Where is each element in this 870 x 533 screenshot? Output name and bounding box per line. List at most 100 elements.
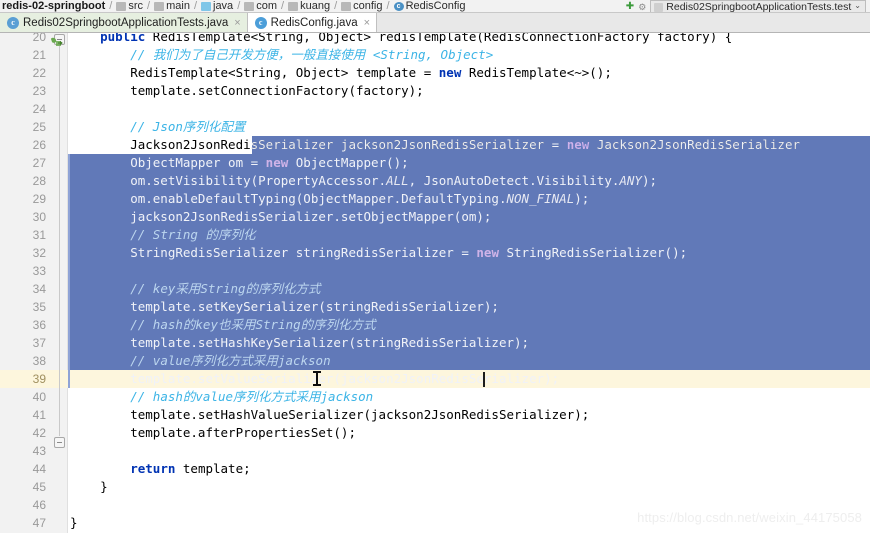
- line-number: 20: [32, 33, 46, 44]
- code-token: template.setConnectionFactory(factory);: [70, 83, 424, 98]
- line-number: 40: [32, 390, 46, 404]
- settings-icon[interactable]: ⚙: [638, 1, 646, 12]
- code-line[interactable]: om.setVisibility(PropertyAccessor.ALL, J…: [68, 172, 870, 190]
- vertical-scrollbar[interactable]: [866, 66, 870, 533]
- code-line[interactable]: // hash的value序列化方式采用jackson: [68, 388, 870, 406]
- code-token: RedisTemplate<String, Object> redisTempl…: [152, 33, 733, 44]
- code-token: // value序列化方式采用jackson: [130, 353, 331, 368]
- code-line[interactable]: return template;: [68, 460, 870, 478]
- breadcrumb-item-redis-02-springboot[interactable]: redis-02-springboot: [2, 0, 105, 12]
- code-line[interactable]: // key采用String的序列化方式: [68, 280, 870, 298]
- breadcrumb-item-label: src: [128, 0, 144, 12]
- ide-window: redis-02-springboot / src / main / java / com / ku…: [0, 0, 870, 533]
- editor-tab-1[interactable]: c Redis02SpringbootApplicationTests.java ×: [0, 13, 248, 32]
- spring-bean-gutter-icon[interactable]: [50, 36, 63, 48]
- code-line-text: }: [68, 514, 78, 532]
- code-token: om.enableDefaultTyping(ObjectMapper.Defa…: [70, 191, 507, 206]
- close-icon[interactable]: ×: [234, 17, 240, 29]
- code-line[interactable]: // value序列化方式采用jackson: [68, 352, 870, 370]
- code-line-text: // String 的序列化: [68, 226, 255, 244]
- code-folding-strip[interactable]: [52, 33, 68, 533]
- folder-icon: [116, 2, 127, 11]
- code-line-text: jackson2JsonRedisSerializer.setObjectMap…: [68, 208, 491, 226]
- code-line[interactable]: om.enableDefaultTyping(ObjectMapper.Defa…: [68, 190, 870, 208]
- test-class-icon: c: [7, 16, 19, 29]
- class-icon: c: [393, 2, 404, 11]
- code-line[interactable]: ObjectMapper om = new ObjectMapper();: [68, 154, 870, 172]
- code-line[interactable]: template.setValueSerializer(jackson2Json…: [68, 370, 870, 388]
- mouse-cursor-ibeam: [313, 371, 321, 386]
- breadcrumb-separator: /: [147, 0, 151, 12]
- code-line[interactable]: [68, 442, 870, 460]
- line-number: 25: [32, 120, 46, 134]
- code-line[interactable]: template.setConnectionFactory(factory);: [68, 82, 870, 100]
- code-line[interactable]: }: [68, 478, 870, 496]
- line-number: 38: [32, 354, 46, 368]
- code-line[interactable]: // String 的序列化: [68, 226, 870, 244]
- code-line[interactable]: template.setHashValueSerializer(jackson2…: [68, 406, 870, 424]
- folder-icon: [244, 2, 255, 11]
- breadcrumb-item-config[interactable]: config: [341, 0, 383, 12]
- code-line[interactable]: template.setKeySerializer(stringRedisSer…: [68, 298, 870, 316]
- line-number: 34: [32, 282, 46, 296]
- java-class-icon: c: [254, 16, 267, 29]
- code-line[interactable]: template.setHashKeySerializer(stringRedi…: [68, 334, 870, 352]
- code-line[interactable]: Jackson2JsonRedisSerializer jackson2Json…: [68, 136, 870, 154]
- code-line[interactable]: [68, 100, 870, 118]
- code-line[interactable]: // 我们为了自己开发方便，一般直接使用 <String, Object>: [68, 46, 870, 64]
- code-line[interactable]: // Json序列化配置: [68, 118, 870, 136]
- code-token: );: [574, 191, 590, 206]
- code-token: RedisTemplate<String, Object> template =: [70, 65, 439, 80]
- add-configuration-icon[interactable]: ✚: [626, 1, 634, 12]
- code-token: return: [130, 461, 183, 476]
- breadcrumb-separator: /: [281, 0, 285, 12]
- breadcrumb-item-main[interactable]: main: [154, 0, 190, 12]
- chevron-down-icon[interactable]: ⌄: [854, 0, 861, 12]
- code-line-text: [68, 262, 70, 280]
- code-token: // Json序列化配置: [130, 119, 246, 134]
- folder-icon: [288, 2, 299, 11]
- code-editor[interactable]: 20 21 22 23 24 25 26 27 28 29 30 31 32 33 34 35 36 37 38 39…: [0, 33, 870, 533]
- fold-marker-method-end[interactable]: [54, 437, 65, 448]
- close-icon[interactable]: ×: [364, 17, 370, 29]
- code-token: // 我们为了自己开发方便，一般直接使用 <String, Object>: [130, 47, 494, 62]
- breadcrumb-item-com[interactable]: com: [244, 0, 277, 12]
- breadcrumb-item-label: java: [213, 0, 234, 12]
- code-token: template.setHashValueSerializer(jackson2…: [70, 407, 590, 422]
- run-configuration-selector[interactable]: Redis02SpringbootApplicationTests.test ⌄: [650, 0, 866, 12]
- breadcrumb-item-redisconfig[interactable]: c RedisConfig: [393, 0, 465, 12]
- code-token: StringRedisSerializer();: [506, 245, 688, 260]
- breadcrumb-item-java[interactable]: java: [201, 0, 233, 12]
- code-line[interactable]: // hash的key也采用String的序列化方式: [68, 316, 870, 334]
- code-line[interactable]: }: [68, 514, 870, 532]
- line-number: 46: [32, 498, 46, 512]
- code-line[interactable]: [68, 262, 870, 280]
- line-number: 42: [32, 426, 46, 440]
- code-line-text: template.afterPropertiesSet();: [68, 424, 356, 442]
- line-number: 27: [32, 156, 46, 170]
- code-line-text: // hash的value序列化方式采用jackson: [68, 388, 373, 406]
- code-line[interactable]: template.afterPropertiesSet();: [68, 424, 870, 442]
- code-line[interactable]: [68, 496, 870, 514]
- editor-tab-2[interactable]: c RedisConfig.java ×: [247, 13, 378, 32]
- breadcrumb-item-kuang[interactable]: kuang: [288, 0, 330, 12]
- breadcrumb-item-src[interactable]: src: [116, 0, 143, 12]
- code-line[interactable]: StringRedisSerializer stringRedisSeriali…: [68, 244, 870, 262]
- line-number: 37: [32, 336, 46, 350]
- code-token: new: [438, 65, 469, 80]
- code-line[interactable]: jackson2JsonRedisSerializer.setObjectMap…: [68, 208, 870, 226]
- breadcrumb-separator: /: [334, 0, 338, 12]
- line-number: 23: [32, 84, 46, 98]
- code-line-text: public RedisTemplate<String, Object> red…: [68, 33, 732, 46]
- code-token: ALL: [386, 173, 409, 188]
- run-config-icon: [654, 3, 664, 12]
- code-line[interactable]: public RedisTemplate<String, Object> red…: [68, 33, 870, 46]
- breadcrumb-item-label: config: [353, 0, 383, 12]
- breadcrumb-item-label: redis-02-springboot: [2, 0, 106, 12]
- breadcrumb[interactable]: redis-02-springboot / src / main / java / com / ku…: [0, 0, 465, 12]
- code-line[interactable]: RedisTemplate<String, Object> template =…: [68, 64, 870, 82]
- code-content[interactable]: public RedisTemplate<String, Object> red…: [68, 33, 870, 533]
- tab-bar-empty-space: [377, 13, 870, 32]
